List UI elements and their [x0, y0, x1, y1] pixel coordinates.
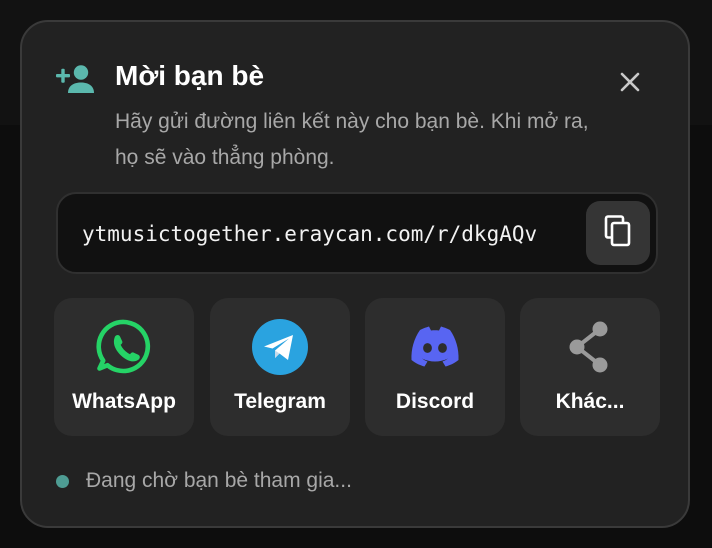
share-discord-button[interactable]: Discord — [365, 298, 505, 436]
share-other-label: Khác... — [555, 390, 625, 413]
share-other-button[interactable]: Khác... — [520, 298, 660, 436]
share-options: WhatsApp Telegram Discord Khác... — [54, 298, 660, 438]
discord-icon — [406, 318, 464, 376]
status-dot — [56, 475, 69, 488]
invite-friends-dialog: Mời bạn bè Hãy gửi đường liên kết này ch… — [20, 20, 690, 528]
share-discord-label: Discord — [395, 390, 475, 413]
status-text: Đang chờ bạn bè tham gia... — [86, 469, 352, 492]
copy-icon — [603, 214, 633, 252]
share-whatsapp-button[interactable]: WhatsApp — [54, 298, 194, 436]
share-telegram-button[interactable]: Telegram — [210, 298, 350, 436]
dialog-description: Hãy gửi đường liên kết này cho bạn bè. K… — [115, 110, 589, 169]
share-icon — [561, 318, 619, 376]
share-whatsapp-label: WhatsApp — [72, 390, 176, 413]
invite-link-field: ytmusictogether.eraycan.com/r/dkgAQv — [56, 192, 658, 274]
share-telegram-label: Telegram — [234, 390, 326, 413]
dialog-title: Mời bạn bè — [115, 60, 265, 91]
whatsapp-icon — [95, 318, 153, 376]
invite-link-text[interactable]: ytmusictogether.eraycan.com/r/dkgAQv — [82, 216, 537, 252]
copy-link-button[interactable] — [586, 201, 650, 265]
close-button[interactable] — [616, 68, 644, 96]
telegram-icon — [251, 318, 309, 376]
add-person-icon — [56, 64, 96, 94]
close-icon — [616, 72, 644, 100]
